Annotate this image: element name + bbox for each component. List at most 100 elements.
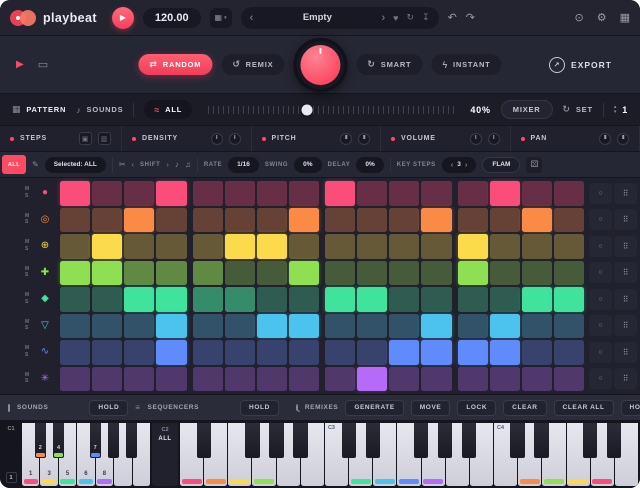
step-cell[interactable] (522, 367, 552, 392)
step-cell[interactable] (289, 367, 319, 392)
step-cell[interactable] (193, 287, 223, 312)
undo-button[interactable]: ↶ (448, 11, 457, 24)
step-cell[interactable] (522, 314, 552, 339)
octave-number[interactable]: 1 (6, 472, 17, 483)
mute-button[interactable]: M (25, 240, 33, 246)
piano-key-black[interactable] (245, 423, 259, 458)
steps-mode-b-button[interactable]: ▥ (98, 132, 111, 145)
step-cell[interactable] (156, 287, 186, 312)
move-button[interactable]: MOVE (411, 400, 451, 416)
piano-key-black[interactable] (293, 423, 307, 458)
track-icon[interactable]: ∿ (36, 347, 54, 357)
step-cell[interactable] (124, 208, 154, 233)
solo-button[interactable]: S (25, 353, 33, 359)
step-cell[interactable] (257, 340, 287, 365)
step-cell[interactable] (156, 261, 186, 286)
sequencers-hold-button[interactable]: HOLD (240, 400, 279, 416)
step-cell[interactable] (325, 340, 355, 365)
step-cell[interactable] (257, 287, 287, 312)
step-cell[interactable] (325, 261, 355, 286)
settings-gear-icon[interactable]: ⚙ (597, 11, 607, 24)
step-cell[interactable] (257, 181, 287, 206)
remixes-hold-button[interactable]: HOLD (621, 400, 640, 416)
step-cell[interactable] (92, 234, 122, 259)
step-cell[interactable] (289, 181, 319, 206)
step-cell[interactable] (554, 340, 584, 365)
pitch-knob-1[interactable] (340, 133, 352, 145)
pencil-icon[interactable]: ✎ (32, 160, 39, 169)
step-cell[interactable] (522, 208, 552, 233)
step-cell[interactable] (554, 234, 584, 259)
track-led-button[interactable]: ○ (589, 262, 612, 283)
track-drag-handle[interactable]: ⠿ (614, 315, 637, 336)
all-key[interactable]: C2 ALL (152, 423, 178, 486)
sounds-hold-button[interactable]: HOLD (89, 400, 128, 416)
save-download-icon[interactable]: ↧ (422, 12, 430, 23)
midi-icon[interactable]: ⊙ (575, 11, 584, 24)
cut-icon[interactable]: ✂ (119, 160, 126, 169)
set-button[interactable]: ↻ SET (563, 104, 593, 115)
volume-knob-2[interactable] (488, 133, 500, 145)
step-cell[interactable] (458, 367, 488, 392)
down-icon[interactable]: ▾ (614, 110, 617, 115)
step-cell[interactable] (60, 287, 90, 312)
piano-key-black[interactable] (366, 423, 380, 458)
step-cell[interactable] (156, 314, 186, 339)
step-cell[interactable] (458, 340, 488, 365)
step-cell[interactable] (490, 287, 520, 312)
step-cell[interactable] (225, 314, 255, 339)
step-cell[interactable] (193, 261, 223, 286)
track-drag-handle[interactable]: ⠿ (614, 262, 637, 283)
step-cell[interactable] (490, 181, 520, 206)
track-led-button[interactable]: ○ (589, 368, 612, 389)
step-cell[interactable] (193, 181, 223, 206)
step-cell[interactable] (193, 208, 223, 233)
step-cell[interactable] (421, 208, 451, 233)
step-cell[interactable] (421, 287, 451, 312)
step-cell[interactable] (325, 208, 355, 233)
clear-button[interactable]: CLEAR (503, 400, 546, 416)
step-cell[interactable] (92, 181, 122, 206)
step-cell[interactable] (325, 287, 355, 312)
pattern-select-button[interactable]: ▦ ▾ (210, 8, 232, 28)
step-cell[interactable] (124, 340, 154, 365)
step-cell[interactable] (257, 367, 287, 392)
step-cell[interactable] (421, 367, 451, 392)
step-cell[interactable] (225, 234, 255, 259)
notes-icon[interactable]: ♫ (185, 160, 191, 169)
step-cell[interactable] (289, 314, 319, 339)
step-cell[interactable] (357, 181, 387, 206)
step-cell[interactable] (156, 208, 186, 233)
density-knob-2[interactable] (229, 133, 241, 145)
step-cell[interactable] (357, 261, 387, 286)
piano-key-black[interactable] (126, 423, 137, 458)
step-cell[interactable] (357, 287, 387, 312)
density-knob-1[interactable] (211, 133, 223, 145)
step-cell[interactable] (92, 208, 122, 233)
shift-left-button[interactable]: ‹ (132, 160, 135, 169)
step-cell[interactable] (60, 261, 90, 286)
track-drag-handle[interactable]: ⠿ (614, 289, 637, 310)
rate-value[interactable]: 1/16 (228, 157, 259, 173)
solo-button[interactable]: S (25, 220, 33, 226)
mixer-button[interactable]: MIXER (501, 100, 553, 119)
step-cell[interactable] (458, 208, 488, 233)
export-button[interactable]: ↗ EXPORT (549, 57, 612, 73)
step-cell[interactable] (257, 261, 287, 286)
solo-button[interactable]: S (25, 194, 33, 200)
track-led-button[interactable]: ○ (589, 342, 612, 363)
step-cell[interactable] (124, 261, 154, 286)
step-cell[interactable] (60, 340, 90, 365)
step-cell[interactable] (60, 234, 90, 259)
track-led-button[interactable]: ○ (589, 289, 612, 310)
step-cell[interactable] (421, 340, 451, 365)
smart-button[interactable]: ↻ SMART (356, 54, 422, 75)
step-cell[interactable] (193, 367, 223, 392)
step-cell[interactable] (389, 340, 419, 365)
step-cell[interactable] (458, 261, 488, 286)
step-cell[interactable] (60, 208, 90, 233)
step-cell[interactable] (554, 314, 584, 339)
track-icon[interactable]: ◎ (36, 215, 54, 225)
step-cell[interactable] (490, 340, 520, 365)
piano-key-black[interactable] (108, 423, 119, 458)
